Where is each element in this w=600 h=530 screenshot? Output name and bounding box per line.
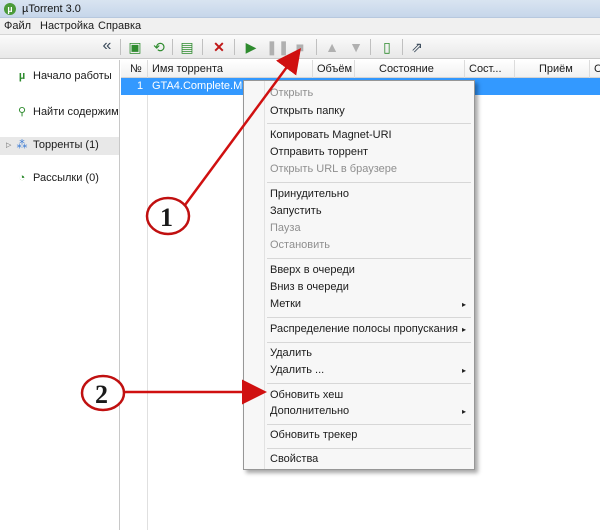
submenu-arrow-icon: ▸ <box>461 300 466 309</box>
menu-separator <box>267 123 471 124</box>
menu-item-open[interactable]: Открыть <box>270 85 470 102</box>
menu-item-advanced[interactable]: Дополнительно ▸ <box>270 403 470 420</box>
share-icon[interactable]: ⇗ <box>408 38 426 56</box>
collapse-sidebar-button[interactable]: « <box>98 38 116 56</box>
menu-settings[interactable]: Настройка <box>40 20 94 32</box>
torrent-table-header: № Имя торрента Объём Состояние Сост... П… <box>121 60 600 78</box>
menu-item-labels[interactable]: Метки ▸ <box>270 296 470 313</box>
remove-torrent-icon[interactable]: ✕ <box>210 38 228 56</box>
menu-separator <box>267 258 471 259</box>
menu-item-stop[interactable]: Остановить <box>270 237 470 254</box>
sidebar-item-torrents[interactable]: ▷ ⁂ Торренты (1) <box>0 137 119 155</box>
toolbar-divider <box>202 39 203 55</box>
sidebar-item-find-content[interactable]: ⚲ Найти содержимое <box>0 104 119 122</box>
title-bar: µ µTorrent 3.0 <box>0 0 600 18</box>
move-up-icon[interactable]: ▲ <box>323 38 341 56</box>
move-down-icon[interactable]: ▼ <box>347 38 365 56</box>
add-torrent-url-icon[interactable]: ⟲ <box>150 38 168 56</box>
expand-triangle-icon[interactable]: ▷ <box>6 141 11 149</box>
toolbar-divider <box>234 39 235 55</box>
context-menu: Открыть Открыть папку Копировать Magnet-… <box>243 80 475 470</box>
sidebar-item-label: Рассылки (0) <box>33 172 99 184</box>
search-icon: ⚲ <box>17 106 27 118</box>
menu-item-force-start[interactable]: Принудительно <box>270 186 470 203</box>
menu-item-move-down[interactable]: Вниз в очереди <box>270 279 470 296</box>
menu-item-move-up[interactable]: Вверх в очереди <box>270 262 470 279</box>
menu-item-label: Дополнительно <box>270 405 350 417</box>
annotation-circle-1 <box>145 196 191 236</box>
column-header-size[interactable]: Объём <box>313 60 355 78</box>
submenu-arrow-icon: ▸ <box>461 366 466 375</box>
menu-item-start[interactable]: Запустить <box>270 203 470 220</box>
menu-item-recheck[interactable]: Обновить хеш <box>270 387 470 404</box>
menu-separator <box>267 424 471 425</box>
submenu-arrow-icon: ▸ <box>461 407 466 416</box>
menu-item-label: Метки <box>270 298 302 310</box>
menu-item-bandwidth[interactable]: Распределение полосы пропускания ▸ <box>270 321 470 338</box>
menu-file[interactable]: Файл <box>4 20 31 32</box>
menu-item-open-url[interactable]: Открыть URL в браузере <box>270 161 470 178</box>
column-header-download[interactable]: Приём <box>515 60 590 78</box>
sidebar: µ Начало работы ⚲ Найти содержимое ▷ ⁂ Т… <box>0 60 120 530</box>
menu-item-label: Распределение полосы пропускания <box>270 323 458 335</box>
menu-separator <box>267 342 471 343</box>
toolbar: « ▣ ⟲ ▤ ✕ ▶ ❚❚ ■ ▲ ▼ ▯ ⇗ <box>0 35 600 59</box>
menu-separator <box>267 448 471 449</box>
column-header-progress[interactable]: Сост... <box>465 60 515 78</box>
menu-item-delete-more[interactable]: Удалить ... ▸ <box>270 362 470 379</box>
utorrent-logo-icon: µ <box>4 3 16 15</box>
remote-device-icon[interactable]: ▯ <box>378 38 396 56</box>
submenu-arrow-icon: ▸ <box>461 325 466 334</box>
menu-bar: Файл Настройка Справка <box>0 18 600 35</box>
column-header-number[interactable]: № <box>121 60 148 78</box>
menu-item-copy-magnet[interactable]: Копировать Magnet-URI <box>270 127 470 144</box>
menu-item-properties[interactable]: Свойства <box>270 451 470 468</box>
utorrent-icon: µ <box>18 70 26 82</box>
torrent-name: GTA4.Complete.Multi <box>152 80 257 92</box>
menu-item-delete[interactable]: Удалить <box>270 345 470 362</box>
start-icon[interactable]: ▶ <box>242 38 260 56</box>
rss-icon: ◔ <box>18 172 26 184</box>
menu-item-update-tracker[interactable]: Обновить трекер <box>270 427 470 444</box>
pause-icon[interactable]: ❚❚ <box>266 38 289 56</box>
menu-item-label: Удалить ... <box>270 364 325 376</box>
sidebar-item-label: Найти содержимое <box>33 106 119 118</box>
menu-separator <box>267 383 471 384</box>
column-header-upload[interactable]: С <box>590 60 600 78</box>
sidebar-item-label: Торренты (1) <box>33 139 99 151</box>
menu-gutter <box>264 81 265 469</box>
column-header-status[interactable]: Состояние <box>355 60 465 78</box>
annotation-number-1: 1 <box>160 203 173 232</box>
stop-icon[interactable]: ■ <box>291 38 309 56</box>
toolbar-divider <box>402 39 403 55</box>
toolbar-divider <box>120 39 121 55</box>
column-divider <box>147 95 148 530</box>
toolbar-divider <box>370 39 371 55</box>
add-torrent-icon[interactable]: ▣ <box>126 38 144 56</box>
sidebar-item-label: Начало работы <box>33 70 112 82</box>
sidebar-item-getting-started[interactable]: µ Начало работы <box>0 68 119 86</box>
menu-item-open-folder[interactable]: Открыть папку <box>270 103 470 120</box>
menu-item-pause[interactable]: Пауза <box>270 220 470 237</box>
row-number: 1 <box>137 80 144 92</box>
create-torrent-icon[interactable]: ▤ <box>178 38 196 56</box>
menu-help[interactable]: Справка <box>98 20 141 32</box>
toolbar-divider <box>172 39 173 55</box>
menu-separator <box>267 317 471 318</box>
menu-item-send-torrent[interactable]: Отправить торрент <box>270 144 470 161</box>
sidebar-item-feeds[interactable]: ◔ Рассылки (0) <box>0 170 119 188</box>
window-title: µTorrent 3.0 <box>22 3 81 15</box>
column-header-name[interactable]: Имя торрента <box>148 60 313 78</box>
torrents-icon: ⁂ <box>16 139 28 151</box>
toolbar-divider <box>316 39 317 55</box>
menu-separator <box>267 182 471 183</box>
